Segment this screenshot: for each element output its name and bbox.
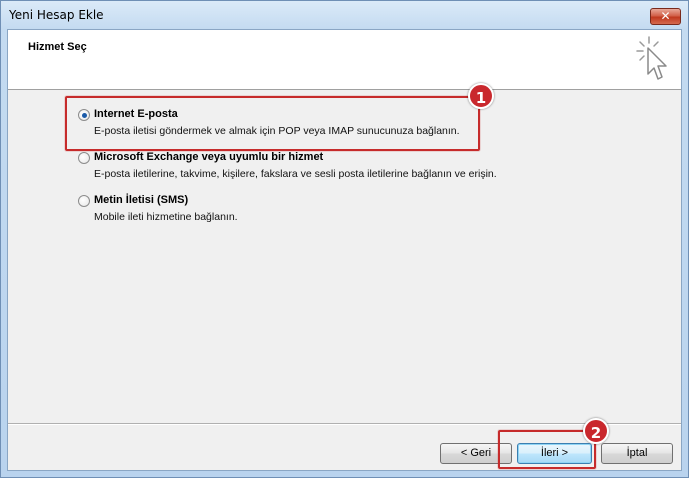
option-description: E-posta iletilerine, takvime, kişilere, … bbox=[94, 168, 497, 180]
footer-separator bbox=[8, 423, 681, 425]
window-title: Yeni Hesap Ekle bbox=[9, 8, 104, 22]
dialog-window: Yeni Hesap Ekle ✕ Hizmet Seç Internet E-… bbox=[0, 0, 689, 478]
radio-exchange[interactable] bbox=[78, 152, 90, 164]
annotation-highlight-1 bbox=[65, 96, 480, 151]
radio-sms[interactable] bbox=[78, 195, 90, 207]
page-title: Hizmet Seç bbox=[28, 41, 87, 53]
click-cursor-icon bbox=[636, 36, 667, 80]
annotation-badge-1: 1 bbox=[468, 83, 494, 109]
close-button[interactable]: ✕ bbox=[650, 8, 681, 25]
annotation-highlight-2 bbox=[498, 430, 596, 469]
option-label: Metin İletisi (SMS) bbox=[94, 194, 189, 206]
title-bar[interactable]: Yeni Hesap Ekle ✕ bbox=[1, 1, 688, 29]
cancel-button[interactable]: İptal bbox=[601, 443, 673, 464]
option-description: Mobile ileti hizmetine bağlanın. bbox=[94, 211, 238, 223]
option-label: Microsoft Exchange veya uyumlu bir hizme… bbox=[94, 151, 324, 163]
annotation-badge-2: 2 bbox=[583, 418, 609, 444]
dialog-header: Hizmet Seç bbox=[8, 30, 681, 90]
